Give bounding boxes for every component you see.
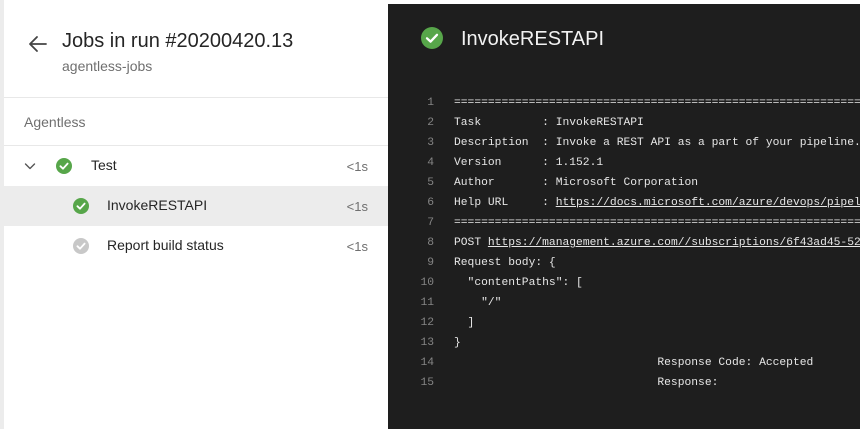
line-number: 2 xyxy=(427,117,434,129)
success-check-icon xyxy=(56,158,72,174)
task-duration: <1s xyxy=(346,199,368,214)
log-text: ========================================… xyxy=(454,217,860,229)
task-name: Report build status xyxy=(107,237,224,253)
log-line: 7 =======================================… xyxy=(388,213,860,233)
log-line: 12 ] xyxy=(388,313,860,333)
log-panel: InvokeRESTAPI 1 =========================… xyxy=(388,4,860,429)
request-url-link[interactable]: https://management.azure.com//subscripti… xyxy=(488,237,860,249)
log-text: } xyxy=(454,337,461,349)
line-number: 6 xyxy=(427,197,434,209)
log-line: 11 "/" xyxy=(388,293,860,313)
back-arrow-icon[interactable] xyxy=(26,32,50,56)
log-text: Response Code: Accepted xyxy=(454,357,814,369)
task-duration: <1s xyxy=(346,239,368,254)
log-text: ] xyxy=(454,317,475,329)
log-line: 14 Response Code: Accepted xyxy=(388,353,860,373)
jobs-panel: Jobs in run #20200420.13 agentless-jobs … xyxy=(4,4,388,429)
line-number: 4 xyxy=(427,157,434,169)
log-text: "/" xyxy=(454,297,502,309)
line-number: 8 xyxy=(427,237,434,249)
job-name: Test xyxy=(91,157,117,173)
line-number: 1 xyxy=(427,97,434,109)
log-text: Author : Microsoft Corporation xyxy=(454,177,699,189)
log-line: 10 "contentPaths": [ xyxy=(388,273,860,293)
log-text: POST https://management.azure.com//subsc… xyxy=(454,233,860,253)
log-text: Response: xyxy=(454,377,719,389)
task-row-invokerestapi[interactable]: InvokeRESTAPI <1s xyxy=(4,186,388,226)
log-line: 6 Help URL : https://docs.microsoft.com/a… xyxy=(388,193,860,213)
line-number: 11 xyxy=(420,297,434,309)
log-line: 13} xyxy=(388,333,860,353)
page-title: Jobs in run #20200420.13 xyxy=(62,30,294,52)
success-check-icon xyxy=(73,198,89,214)
log-text: Help URL : https://docs.microsoft.com/az… xyxy=(454,193,860,213)
divider xyxy=(4,97,388,98)
log-text: Task : InvokeRESTAPI xyxy=(454,117,644,129)
log-line: 1 =======================================… xyxy=(388,93,860,113)
log-line: 5 Author : Microsoft Corporation xyxy=(388,173,860,193)
task-row-report-build-status[interactable]: Report build status <1s xyxy=(4,226,388,266)
log-text: Request body: { xyxy=(454,257,556,269)
line-number: 10 xyxy=(420,277,434,289)
log-text: "contentPaths": [ xyxy=(454,277,583,289)
help-url-link[interactable]: https://docs.microsoft.com/azure/devops/… xyxy=(556,197,860,209)
log-line: 8 POST https://management.azure.com//subs… xyxy=(388,233,860,253)
success-check-icon xyxy=(421,27,443,49)
task-name: InvokeRESTAPI xyxy=(107,197,208,213)
log-line: 9 Request body: { xyxy=(388,253,860,273)
skipped-check-icon xyxy=(73,238,89,254)
log-prefix: POST xyxy=(454,237,488,249)
line-number: 12 xyxy=(420,317,434,329)
log-text: Description : Invoke a REST API as a par… xyxy=(454,137,860,149)
page-subtitle: agentless-jobs xyxy=(62,58,153,74)
job-duration: <1s xyxy=(346,159,368,174)
log-output: 1 =======================================… xyxy=(388,93,860,393)
log-title: InvokeRESTAPI xyxy=(461,28,605,50)
line-number: 3 xyxy=(427,137,434,149)
line-number: 13 xyxy=(420,337,434,349)
line-number: 14 xyxy=(420,357,434,369)
job-row-test[interactable]: Test <1s xyxy=(4,146,388,186)
line-number: 15 xyxy=(420,377,434,389)
line-number: 5 xyxy=(427,177,434,189)
log-line: 15 Response: xyxy=(388,373,860,393)
section-label: Agentless xyxy=(24,114,86,130)
log-line: 2 Task : InvokeRESTAPI xyxy=(388,113,860,133)
app-window: Jobs in run #20200420.13 agentless-jobs … xyxy=(0,0,860,429)
chevron-down-icon[interactable] xyxy=(24,160,36,172)
line-number: 9 xyxy=(427,257,434,269)
log-line: 3 Description : Invoke a REST API as a pa… xyxy=(388,133,860,153)
line-number: 7 xyxy=(427,217,434,229)
log-prefix: Help URL : xyxy=(454,197,556,209)
log-text: Version : 1.152.1 xyxy=(454,157,604,169)
log-text: ========================================… xyxy=(454,97,860,109)
log-line: 4 Version : 1.152.1 xyxy=(388,153,860,173)
